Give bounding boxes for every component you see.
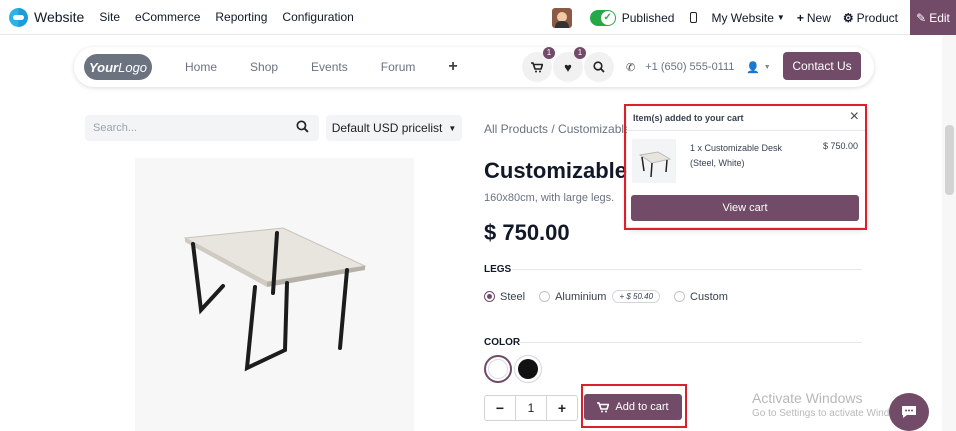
color-swatch-black[interactable] xyxy=(514,355,542,383)
search-button[interactable] xyxy=(584,52,614,82)
product-label: Product xyxy=(856,10,898,25)
gear-icon: ⚙ xyxy=(842,10,854,25)
product-title: Customizable xyxy=(484,158,628,183)
cart-icon xyxy=(531,61,543,72)
highlight-box xyxy=(581,384,687,428)
nav-shop[interactable]: Shop xyxy=(250,60,278,74)
radio[interactable] xyxy=(674,291,686,302)
menu-reporting[interactable]: Reporting xyxy=(215,10,267,24)
app-menu: Site eCommerce Reporting Configuration xyxy=(99,10,368,24)
quantity-stepper: − 1 + xyxy=(484,395,578,421)
website-header: Your Logo Home Shop Events Forum + 1 ♥ 1 … xyxy=(74,47,874,87)
caret-down-icon: ▼ xyxy=(776,13,785,22)
minus-icon[interactable]: − xyxy=(485,400,515,416)
highlight-box xyxy=(624,104,867,230)
search-placeholder: Search... xyxy=(93,122,138,134)
published-toggle[interactable]: ✓ xyxy=(589,9,616,26)
topbar-actions: ✓ Published My Website ▼ + New ⚙ Product… xyxy=(551,0,956,35)
logo-text-logo: Logo xyxy=(118,59,148,75)
product-description: 160x80cm, with large legs. xyxy=(484,192,615,204)
menu-site[interactable]: Site xyxy=(99,10,120,24)
quantity-value[interactable]: 1 xyxy=(515,396,547,420)
search-icon xyxy=(593,61,605,73)
new-button[interactable]: + New xyxy=(797,11,831,25)
cart-button[interactable]: 1 xyxy=(522,47,555,82)
nav-forum[interactable]: Forum xyxy=(381,60,416,74)
check-icon: ✓ xyxy=(600,10,615,25)
option-label: Aluminium xyxy=(555,290,607,303)
plus-icon: + xyxy=(796,10,804,25)
wishlist-count-badge: 1 xyxy=(574,47,586,59)
phone-link[interactable]: ✆ +1 (650) 555-0111 xyxy=(626,47,734,87)
user-avatar[interactable] xyxy=(551,7,572,28)
pricelist-label: Default USD pricelist xyxy=(331,121,443,135)
app-brand[interactable]: Website xyxy=(9,7,85,27)
edit-label: Edit xyxy=(929,10,950,25)
app-name: Website xyxy=(34,9,85,25)
nav-events[interactable]: Events xyxy=(311,60,348,74)
color-attribute-label: COLOR xyxy=(484,337,521,348)
swatch-fill xyxy=(518,359,538,379)
desk-illustration xyxy=(183,227,367,372)
site-logo[interactable]: Your Logo xyxy=(84,54,152,80)
option-label: Steel xyxy=(500,290,526,303)
radio[interactable] xyxy=(539,291,551,302)
option-label: Custom xyxy=(690,290,728,303)
legs-attribute-label: LEGS xyxy=(484,264,512,275)
nav-home[interactable]: Home xyxy=(185,60,217,74)
divider xyxy=(518,342,862,343)
user-icon: 👤 xyxy=(746,61,760,74)
wishlist-button[interactable]: ♥ 1 xyxy=(553,47,586,82)
search-icon xyxy=(296,120,309,133)
color-swatch-white[interactable] xyxy=(484,355,512,383)
contact-us-button[interactable]: Contact Us xyxy=(783,52,861,80)
product-button[interactable]: ⚙ Product xyxy=(843,11,898,25)
product-price: $ 750.00 xyxy=(484,220,570,245)
phone-icon: ✆ xyxy=(626,61,636,74)
page-scrollbar[interactable] xyxy=(942,35,956,431)
edit-button[interactable]: ✎ Edit xyxy=(910,0,956,35)
extra-price-badge: + $ 50.40 xyxy=(612,290,661,303)
website-app-icon xyxy=(9,7,28,27)
activate-windows-watermark: Activate Windows Go to Settings to activ… xyxy=(752,390,910,419)
my-website-dropdown[interactable]: My Website ▼ xyxy=(711,11,784,25)
caret-down-icon: ▼ xyxy=(448,123,457,133)
my-website-label: My Website xyxy=(711,10,774,25)
caret-down-icon: ▼ xyxy=(763,63,771,71)
plus-icon[interactable]: + xyxy=(547,400,577,416)
watermark-subtitle: Go to Settings to activate Windows. xyxy=(752,408,910,419)
legs-options: Steel Aluminium + $ 50.40 Custom xyxy=(484,290,742,303)
divider xyxy=(512,269,862,270)
live-chat-button[interactable] xyxy=(889,393,929,431)
add-menu-item-icon[interactable]: + xyxy=(448,58,457,76)
new-label: New xyxy=(806,10,831,25)
scrollbar-thumb[interactable] xyxy=(945,125,954,195)
pencil-icon: ✎ xyxy=(916,10,927,25)
top-navbar: Website Site eCommerce Reporting Configu… xyxy=(0,0,956,35)
main-nav: Home Shop Events Forum + xyxy=(185,47,491,87)
menu-ecommerce[interactable]: eCommerce xyxy=(135,10,200,24)
pricelist-dropdown[interactable]: Default USD pricelist ▼ xyxy=(326,115,462,141)
breadcrumb[interactable]: All Products / Customizable xyxy=(484,122,631,136)
cart-count-badge: 1 xyxy=(543,47,555,59)
watermark-title: Activate Windows xyxy=(752,390,863,406)
radio-selected[interactable] xyxy=(484,291,495,302)
swatch-fill xyxy=(488,359,508,379)
menu-configuration[interactable]: Configuration xyxy=(282,10,353,24)
product-image xyxy=(135,158,414,431)
legs-option-aluminium[interactable]: Aluminium + $ 50.40 xyxy=(539,290,661,303)
legs-option-custom[interactable]: Custom xyxy=(674,291,728,303)
mobile-preview-icon[interactable] xyxy=(690,12,698,23)
logo-text-your: Your xyxy=(88,59,119,75)
legs-option-steel[interactable]: Steel xyxy=(484,291,525,303)
phone-number: +1 (650) 555-0111 xyxy=(645,61,735,73)
published-label: Published xyxy=(621,10,675,25)
product-search[interactable]: Search... xyxy=(85,115,319,141)
chat-icon xyxy=(902,406,916,418)
user-menu[interactable]: 👤 ▼ xyxy=(746,47,771,87)
heart-icon: ♥ xyxy=(564,59,572,75)
